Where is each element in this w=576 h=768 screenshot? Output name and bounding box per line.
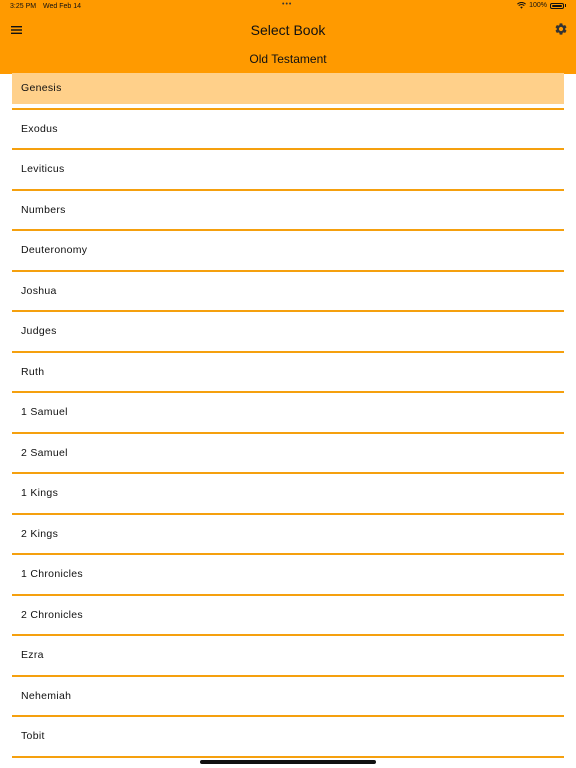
section-header-old-testament: Old Testament — [249, 52, 327, 66]
book-item-exodus[interactable]: Exodus — [12, 109, 564, 150]
status-right: 100% — [517, 2, 566, 9]
battery-percent: 100% — [529, 2, 547, 9]
book-item-2-chronicles[interactable]: 2 Chronicles — [12, 595, 564, 636]
book-item-leviticus[interactable]: Leviticus — [12, 150, 564, 191]
title-bar: Select Book — [0, 18, 576, 42]
book-item-judges[interactable]: Judges — [12, 312, 564, 353]
book-item-1-kings[interactable]: 1 Kings — [12, 474, 564, 515]
status-left: 3:25 PM Wed Feb 14 — [10, 3, 86, 10]
book-item-numbers[interactable]: Numbers — [12, 190, 564, 231]
book-item-deuteronomy[interactable]: Deuteronomy — [12, 231, 564, 272]
status-time: 3:25 PM — [10, 3, 37, 10]
home-indicator[interactable] — [200, 760, 376, 764]
status-bar: 3:25 PM Wed Feb 14 ••• 100% — [0, 0, 576, 14]
book-item-1-samuel[interactable]: 1 Samuel — [12, 393, 564, 434]
battery-cap — [565, 4, 566, 7]
page-title: Select Book — [250, 22, 326, 38]
book-item-ruth[interactable]: Ruth — [12, 352, 564, 393]
book-item-joshua[interactable]: Joshua — [12, 271, 564, 312]
app-header: 3:25 PM Wed Feb 14 ••• 100% Select Book … — [0, 0, 576, 74]
multitasking-dots[interactable]: ••• — [282, 1, 292, 8]
wifi-icon — [517, 2, 527, 9]
gear-icon[interactable] — [554, 22, 568, 36]
book-item-tobit[interactable]: Tobit — [12, 717, 564, 758]
book-list: Genesis Exodus Leviticus Numbers Deutero… — [12, 73, 564, 758]
status-date: Wed Feb 14 — [43, 3, 82, 10]
book-item-2-kings[interactable]: 2 Kings — [12, 514, 564, 555]
book-item-genesis[interactable]: Genesis — [12, 73, 564, 104]
book-item-2-samuel[interactable]: 2 Samuel — [12, 433, 564, 474]
book-item-1-chronicles[interactable]: 1 Chronicles — [12, 555, 564, 596]
book-item-nehemiah[interactable]: Nehemiah — [12, 676, 564, 717]
battery-icon — [550, 2, 564, 9]
book-item-ezra[interactable]: Ezra — [12, 636, 564, 677]
